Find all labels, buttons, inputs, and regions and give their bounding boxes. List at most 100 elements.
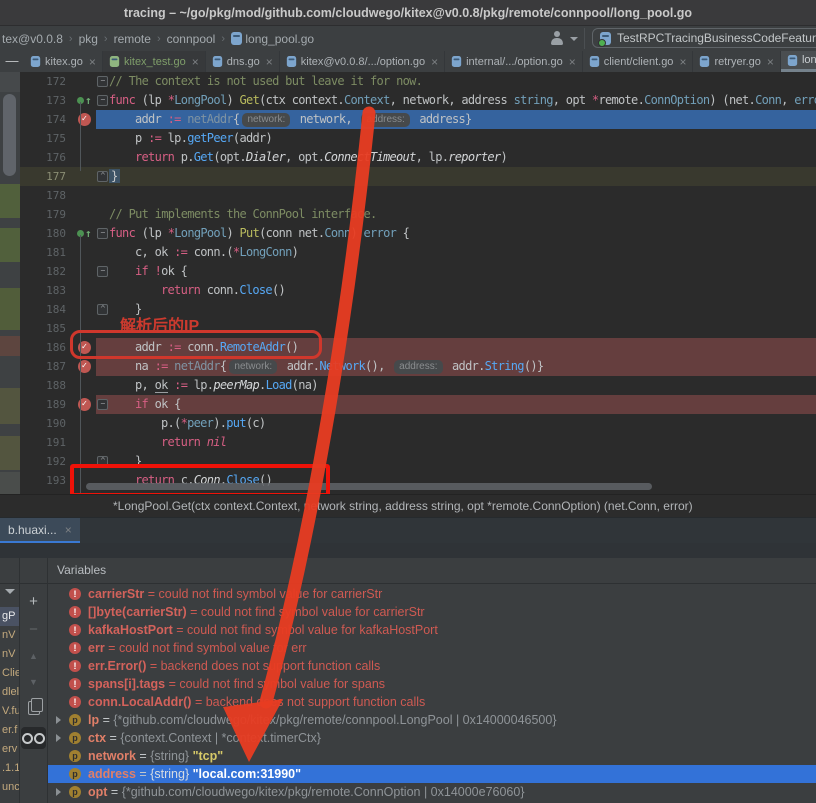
frame-item[interactable]: nV: [0, 626, 19, 645]
close-icon[interactable]: ×: [431, 55, 438, 69]
expand-chevron-icon[interactable]: [56, 716, 61, 724]
fold-close-icon[interactable]: ^: [97, 171, 108, 182]
user-menu-button[interactable]: [548, 29, 578, 48]
variable-row[interactable]: !err = could not find symbol value for e…: [48, 639, 816, 657]
code-line: 174✓addr := netAddr{network: network, ad…: [20, 110, 816, 129]
frame-item[interactable]: unc: [0, 797, 19, 803]
code-line: 173↑−func (lp *LongPool) Get(ctx context…: [20, 91, 816, 110]
inlay-hint: address:: [361, 113, 409, 127]
close-icon[interactable]: ×: [89, 55, 96, 69]
code-text: if ok {: [109, 395, 181, 414]
code-line-body: −func (lp *LongPool) Put(conn net.Conn) …: [96, 224, 816, 243]
breadcrumb-item[interactable]: connpool: [165, 32, 218, 46]
frames-list[interactable]: gPnVnVCliedlelV.fuer.ferv.1.1uncunc: [0, 607, 19, 803]
move-down-button[interactable]: ▼: [20, 677, 47, 687]
code-token: remote.: [598, 93, 644, 107]
equals-sign: =: [136, 749, 150, 763]
frame-item[interactable]: er.f: [0, 721, 19, 740]
expand-chevron-icon[interactable]: [56, 788, 61, 796]
code-text: func (lp *LongPool) Put(conn net.Conn) e…: [109, 224, 409, 243]
close-icon[interactable]: ×: [266, 55, 273, 69]
breadcrumb-separator: ›: [153, 33, 165, 45]
variable-row[interactable]: ![]byte(carrierStr) = could not find sym…: [48, 603, 816, 621]
code-token: Get: [240, 93, 260, 107]
fold-open-icon[interactable]: −: [97, 76, 108, 87]
editor-tab[interactable]: retryer.go×: [693, 51, 780, 72]
fold-column: [96, 129, 109, 148]
run-configuration-selector[interactable]: TestRPCTracingBusinessCodeFeatureOff in …: [592, 28, 816, 48]
code-line: 190p.(*peer).put(c): [20, 414, 816, 433]
hide-tabs-icon[interactable]: —: [0, 51, 24, 72]
editor-tab[interactable]: kitex_test.go×: [103, 51, 206, 72]
breadcrumb-item[interactable]: long_pool.go: [229, 32, 316, 46]
chevron-down-icon[interactable]: [5, 589, 15, 594]
move-up-button[interactable]: ▲: [20, 651, 47, 661]
editor-tab[interactable]: kitex@v0.0.8/.../option.go×: [280, 51, 445, 72]
frame-item[interactable]: dlel: [0, 683, 19, 702]
editor-tab[interactable]: long_pool.go: [781, 51, 816, 72]
frame-item[interactable]: Clie: [0, 664, 19, 683]
annotation-box-close: [70, 464, 330, 494]
close-icon[interactable]: ×: [767, 55, 774, 69]
fold-column: [96, 205, 109, 224]
watch-expression: err: [88, 641, 105, 655]
close-icon[interactable]: ×: [569, 55, 576, 69]
variable-row[interactable]: !carrierStr = could not find symbol valu…: [48, 585, 816, 603]
variable-row[interactable]: plp = {*github.com/cloudwego/kitex/pkg/r…: [48, 711, 816, 729]
fold-open-icon[interactable]: −: [97, 399, 108, 410]
code-token: netAddr: [174, 359, 220, 373]
frame-item[interactable]: .1.1: [0, 759, 19, 778]
frame-item[interactable]: nV: [0, 645, 19, 664]
variable-row[interactable]: !spans[i].tags = could not find symbol v…: [48, 675, 816, 693]
scrollbar-thumb[interactable]: [3, 94, 16, 176]
variable-row[interactable]: !kafkaHostPort = could not find symbol v…: [48, 621, 816, 639]
editor-tab[interactable]: kitex.go×: [24, 51, 103, 72]
breadcrumb-item[interactable]: tex@v0.0.8: [0, 32, 65, 46]
breadcrumb-item[interactable]: pkg: [77, 32, 100, 46]
close-icon[interactable]: ×: [679, 55, 686, 69]
editor-tab[interactable]: client/client.go ×: [583, 51, 694, 72]
variable-row[interactable]: !err.Error() = backend does not support …: [48, 657, 816, 675]
frame-item[interactable]: gP: [0, 607, 19, 626]
variables-list[interactable]: !carrierStr = could not find symbol valu…: [48, 585, 816, 803]
gutter: ✓: [72, 110, 96, 129]
fold-open-icon[interactable]: −: [97, 95, 108, 106]
remove-watch-button[interactable]: −: [20, 621, 47, 638]
variable-row[interactable]: popt = {*github.com/cloudwego/kitex/pkg/…: [48, 783, 816, 801]
editor-tab-label: client/client.go: [604, 56, 674, 68]
error-icon: !: [69, 660, 81, 672]
line-number: 177: [20, 167, 72, 186]
code-line: 182−if !ok {: [20, 262, 816, 281]
close-icon[interactable]: ×: [192, 55, 199, 69]
editor-tab[interactable]: internal/.../option.go×: [445, 51, 583, 72]
debug-session-tab[interactable]: b.huaxi... ×: [0, 518, 80, 544]
breadcrumb-item[interactable]: remote: [112, 32, 153, 46]
variable-row[interactable]: pctx = {context.Context | *context.timer…: [48, 729, 816, 747]
gutter: [72, 72, 96, 91]
editor-tabs: kitex.go×kitex_test.go×dns.go×kitex@v0.0…: [24, 51, 816, 72]
variable-row[interactable]: pnetwork = {string} "tcp": [48, 747, 816, 765]
editor-tab[interactable]: dns.go×: [206, 51, 280, 72]
error-icon: !: [69, 624, 81, 636]
line-number: 192: [20, 452, 72, 471]
code-line-body: addr := netAddr{network: network, addres…: [96, 110, 816, 129]
fold-open-icon[interactable]: −: [97, 266, 108, 277]
duplicate-watch-button[interactable]: [20, 701, 47, 720]
parameter-icon: p: [69, 786, 81, 798]
add-watch-button[interactable]: +: [20, 593, 47, 610]
fold-close-icon[interactable]: ^: [97, 304, 108, 315]
show-watches-button[interactable]: [21, 727, 46, 749]
code-token: String: [485, 359, 524, 373]
close-icon[interactable]: ×: [65, 523, 72, 537]
expand-chevron-icon[interactable]: [56, 734, 61, 742]
frame-item[interactable]: unc: [0, 778, 19, 797]
frame-item[interactable]: erv: [0, 740, 19, 759]
equals-sign: =: [107, 785, 121, 799]
code-editor[interactable]: 172−// The context is not used but leave…: [0, 72, 816, 494]
frame-item[interactable]: V.fu: [0, 702, 19, 721]
code-text: return p.Get(opt.Dialer, opt.ConnectTime…: [109, 148, 507, 167]
watch-expression: []byte(carrierStr): [88, 605, 187, 619]
fold-open-icon[interactable]: −: [97, 228, 108, 239]
variable-row[interactable]: paddress = {string} "local.com:31990": [48, 765, 816, 783]
variable-row[interactable]: !conn.LocalAddr() = backend does not sup…: [48, 693, 816, 711]
